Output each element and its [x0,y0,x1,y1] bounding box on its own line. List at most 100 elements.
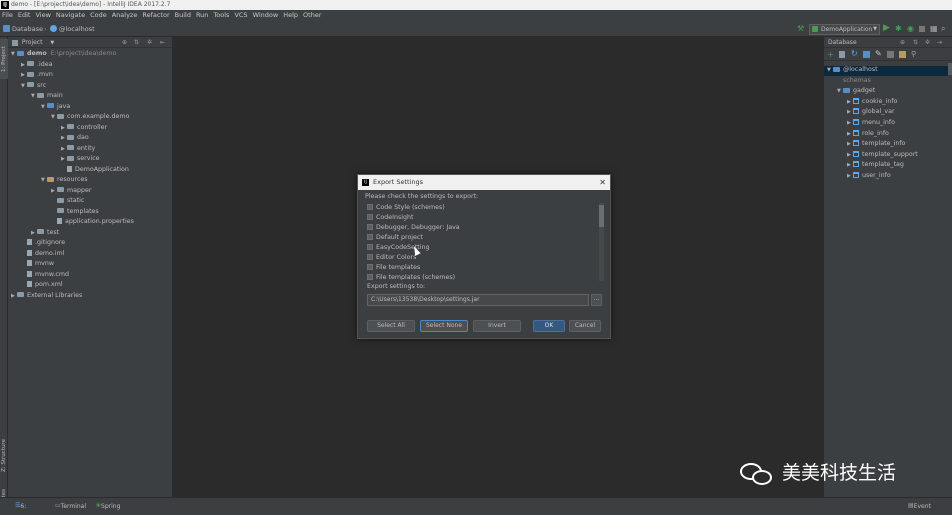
properties-icon[interactable] [863,51,870,58]
menu-item-build[interactable]: Build [173,10,194,21]
cancel-button[interactable]: Cancel [569,320,601,332]
menu-item-tools[interactable]: Tools [211,10,232,21]
select-none-button[interactable]: Select None [420,320,468,332]
menu-item-help[interactable]: Help [281,10,301,21]
project-tree-item[interactable]: ▼ resources [41,175,88,185]
close-icon[interactable]: ✕ [599,175,606,190]
chevron-down-icon[interactable]: ▼ [50,40,54,46]
run-icon[interactable]: ▶ [883,23,890,34]
project-tree-item[interactable]: application.properties [51,217,134,227]
checkbox-box[interactable] [367,224,373,230]
collapse-all-icon[interactable]: ⇅ [913,37,918,48]
add-icon[interactable]: + [827,50,834,59]
database-tree-item[interactable]: ▶ global_var [847,107,895,117]
project-tree-item[interactable]: ▶ External Libraries [11,291,82,301]
project-tree-item[interactable]: .gitignore [21,238,65,248]
browse-button[interactable]: ... [591,294,602,306]
sync-icon[interactable]: ⊕ [122,37,127,48]
checkbox-box[interactable] [367,264,373,270]
menu-item-code[interactable]: Code [88,10,110,21]
project-tree-item[interactable]: pom.xml [21,280,63,290]
invert-button[interactable]: Invert [473,320,521,332]
project-tree-item[interactable]: ▶ .mvn [21,70,53,80]
menu-item-run[interactable]: Run [194,10,211,21]
list-scrollbar-track[interactable] [599,203,604,281]
project-tree-item[interactable]: mvnw [21,259,54,269]
database-tree-item[interactable]: ▶ user_info [847,171,891,181]
database-tree-item[interactable]: ▶ template_support [847,150,918,160]
refresh-icon[interactable]: ↻ [851,49,858,59]
project-tool-tab[interactable]: 1: Project [0,39,8,79]
menu-item-navigate[interactable]: Navigate [54,10,88,21]
event-log-tool-tab[interactable]: ▤ Event Log [908,499,931,513]
debug-icon[interactable]: ✱ [895,23,902,34]
database-tree-item[interactable]: ▶ template_info [847,139,905,149]
menu-item-view[interactable]: View [33,10,53,21]
project-tree-item[interactable]: ▼ java [41,102,70,112]
project-view-select[interactable]: Project [22,39,43,46]
project-tree-item[interactable]: ▼ demo E:\project\idea\demo [11,49,116,59]
hide-panel-icon[interactable]: ⇤ [160,37,165,48]
setting-checkbox[interactable]: File templates (schemes) [367,273,455,280]
setting-checkbox[interactable]: CodeInsight [367,213,413,223]
database-tree-item[interactable]: ▶ menu_info [847,118,895,128]
build-hammer-icon[interactable]: ⚒ [797,25,805,33]
settings-checkbox-list[interactable]: Code Style (schemes) CodeInsight Debugger,… [358,202,603,280]
project-tree-item[interactable]: demo.iml [21,249,64,259]
database-tree-item[interactable]: ▼ @localhost [827,65,878,75]
collapse-all-icon[interactable]: ⇅ [134,37,139,48]
menu-item-refactor[interactable]: Refactor [140,10,172,21]
checkbox-box[interactable] [367,254,373,260]
project-structure-icon[interactable]: ▦ [930,23,938,34]
stop-icon[interactable] [919,26,925,32]
select-all-button[interactable]: Select All [367,320,415,332]
gear-icon[interactable]: ✲ [147,37,152,48]
menu-item-edit[interactable]: Edit [16,10,34,21]
vertical-scrollbar[interactable] [948,63,952,75]
project-tree-item[interactable]: mvnw.cmd [21,270,69,280]
project-tree-item[interactable]: ▶ dao [61,133,89,143]
menu-item-analyze[interactable]: Analyze [110,10,141,21]
search-everywhere-icon[interactable]: ⌕ [941,23,945,34]
project-tree-item[interactable]: ▶ test [31,228,59,238]
gear-icon[interactable]: ✲ [925,37,930,48]
filter-icon[interactable]: ⚲ [911,49,916,59]
console-icon[interactable] [899,51,906,58]
terminal-tool-tab[interactable]: ▭ Terminal [55,499,86,513]
menu-item-window[interactable]: Window [251,10,282,21]
project-tree-item[interactable]: ▶ service [61,154,100,164]
database-tree-item[interactable]: ▼ gadget [837,86,875,96]
menu-item-other[interactable]: Other [301,10,324,21]
project-tree-item[interactable]: ▶ mapper [51,186,91,196]
table-editor-icon[interactable] [887,51,894,58]
list-scrollbar-thumb[interactable] [599,205,604,227]
dialog-title-bar[interactable]: IJ Export Settings ✕ [358,175,610,190]
database-tree-item[interactable]: ▶ cookie_info [847,97,897,107]
setting-checkbox[interactable]: Code Style (schemes) [367,203,445,213]
checkbox-box[interactable] [367,214,373,220]
todo-tool-tab[interactable]: ☰ 6: TODO [15,499,26,513]
project-tree-item[interactable]: ▼ src [21,81,46,91]
breadcrumb-localhost[interactable]: @localhost [59,21,95,37]
export-path-input[interactable]: C:\Users\13538\Desktop\settings.jar [367,294,589,306]
database-tree-item[interactable]: ▶ template_tag [847,160,904,170]
sync-icon[interactable]: ⊕ [900,37,905,48]
project-tree-item[interactable]: ▶ .idea [21,60,52,70]
database-tree-item[interactable]: ▶ role_info [847,129,889,139]
project-tree-item[interactable]: ▶ entity [61,144,95,154]
checkbox-box[interactable] [367,274,373,280]
setting-checkbox[interactable]: File templates [367,263,420,273]
spring-tool-tab[interactable]: ❀ Spring [96,499,120,513]
edit-icon[interactable]: ✎ [875,49,882,59]
database-tree-item[interactable]: schemas [837,76,871,86]
checkbox-box[interactable] [367,234,373,240]
project-tree-item[interactable]: ▼ main [31,91,63,101]
project-tree-item[interactable]: ▼ com.example.demo [51,112,129,122]
ok-button[interactable]: OK [533,320,565,332]
menu-item-file[interactable]: File [0,10,16,21]
coverage-icon[interactable]: ◉ [907,23,914,34]
checkbox-box[interactable] [367,244,373,250]
breadcrumb-database[interactable]: Database [12,21,43,37]
hide-panel-icon[interactable]: ⇥ [937,37,942,48]
run-configuration-select[interactable]: DemoApplication ▼ [809,24,880,35]
